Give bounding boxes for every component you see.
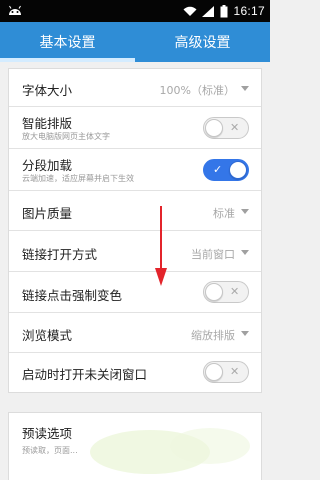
smart-layout-label: 智能排版: [22, 116, 73, 131]
segment-load-label: 分段加载: [22, 158, 73, 173]
font-size-value: 100%（标准）: [159, 84, 235, 97]
link-color-row: 链接点击强制变色 ✕: [9, 272, 261, 313]
preload-card[interactable]: 预读选项 预读取，页面...: [8, 412, 262, 480]
chevron-down-icon: [241, 331, 249, 336]
browse-mode-label: 浏览模式: [22, 328, 73, 343]
toggle-knob: [205, 363, 223, 381]
link-open-label: 链接打开方式: [22, 247, 98, 262]
restore-windows-row: 启动时打开未关闭窗口 ✕: [9, 353, 261, 393]
settings-tabs: 基本设置 高级设置: [0, 22, 270, 62]
restore-windows-label: 启动时打开未关闭窗口: [22, 367, 148, 382]
status-bar: 16:17: [0, 0, 270, 22]
image-quality-row[interactable]: 图片质量 标准: [9, 191, 261, 231]
font-size-label: 字体大小: [22, 83, 73, 98]
link-color-toggle[interactable]: ✕: [203, 281, 249, 303]
smart-layout-description: 放大电脑版网页主体文字: [22, 132, 110, 141]
chevron-down-icon: [241, 209, 249, 214]
tab-advanced-settings[interactable]: 高级设置: [135, 22, 270, 62]
chevron-down-icon: [241, 250, 249, 255]
link-open-row[interactable]: 链接打开方式 当前窗口: [9, 231, 261, 272]
close-icon: ✕: [230, 365, 240, 378]
preload-label: 预读选项: [22, 426, 73, 441]
close-icon: ✕: [230, 285, 240, 298]
font-size-row[interactable]: 字体大小 100%（标准）: [9, 69, 261, 107]
chevron-down-icon: [241, 86, 249, 91]
segment-load-toggle[interactable]: ✓: [203, 159, 249, 181]
signal-icon: [202, 5, 215, 17]
status-time: 16:17: [233, 4, 265, 18]
restore-windows-toggle[interactable]: ✕: [203, 361, 249, 383]
browse-mode-row[interactable]: 浏览模式 缩放排版: [9, 313, 261, 353]
segment-load-row: 分段加载 云端加速，适应屏幕并启下生效 ✓: [9, 149, 261, 191]
smart-layout-row: 智能排版 放大电脑版网页主体文字 ✕: [9, 107, 261, 149]
link-open-value: 当前窗口: [191, 248, 235, 261]
preload-description: 预读取，页面...: [22, 446, 78, 455]
close-icon: ✕: [230, 121, 240, 134]
smart-layout-toggle[interactable]: ✕: [203, 117, 249, 139]
toggle-knob: [205, 283, 223, 301]
settings-card: 字体大小 100%（标准） 智能排版 放大电脑版网页主体文字 ✕ 分段加载 云端…: [8, 68, 262, 393]
image-quality-value: 标准: [213, 207, 235, 220]
browse-mode-value: 缩放排版: [191, 329, 235, 342]
tab-basic-settings[interactable]: 基本设置: [0, 22, 135, 62]
toggle-knob: [205, 119, 223, 137]
segment-load-description: 云端加速，适应屏幕并启下生效: [22, 174, 134, 183]
android-icon: [9, 5, 21, 15]
battery-icon: [220, 4, 228, 17]
check-icon: ✓: [213, 163, 223, 176]
toggle-knob: [229, 161, 247, 179]
link-color-label: 链接点击强制变色: [22, 288, 123, 303]
image-quality-label: 图片质量: [22, 206, 73, 221]
wifi-icon: [183, 6, 197, 16]
